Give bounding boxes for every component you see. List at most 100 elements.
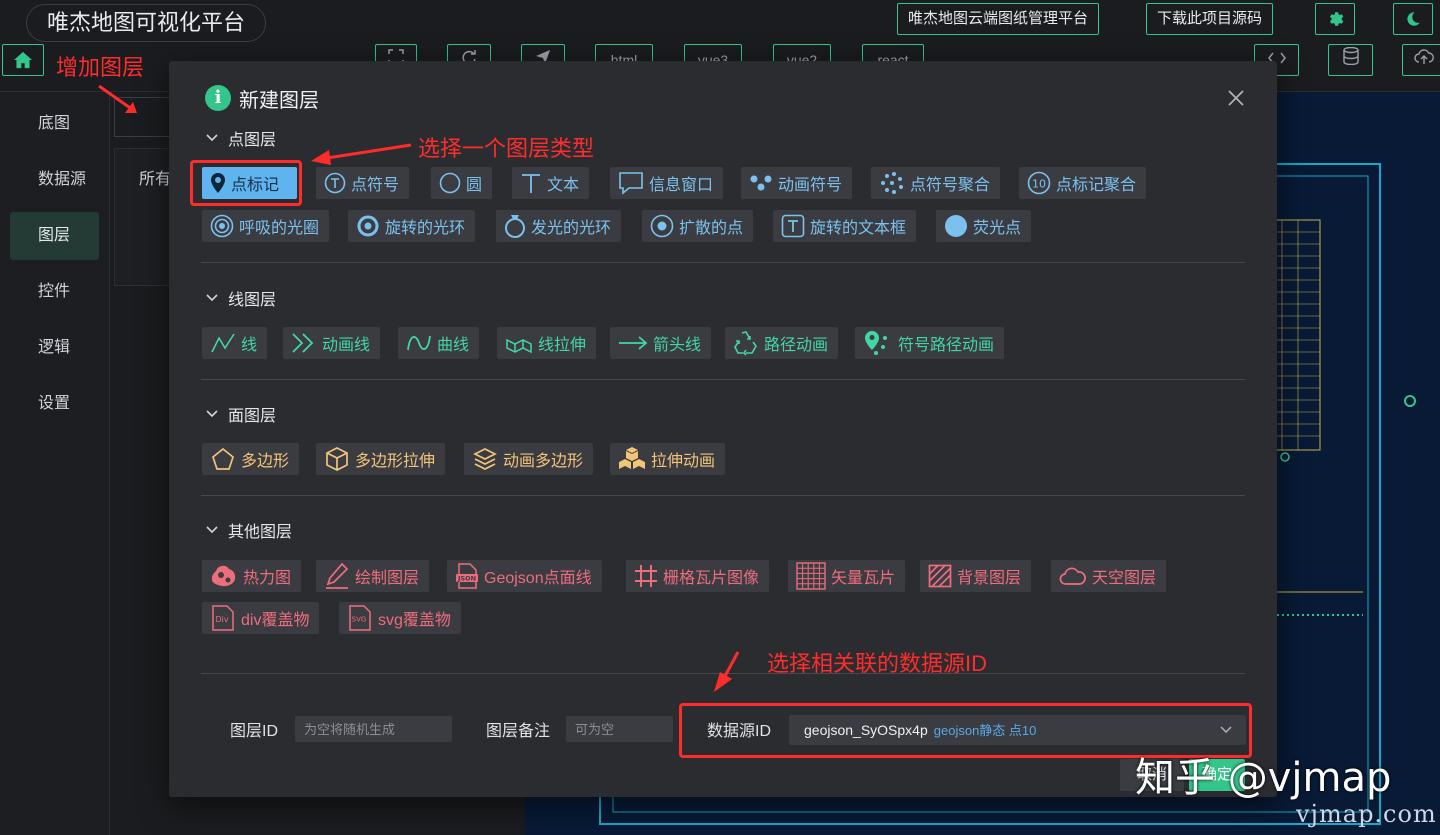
layer-type-glowing-halo[interactable]: 发光的光环	[496, 210, 622, 242]
chip-label: 旋转的文本框	[810, 220, 907, 237]
layer-type-svg-overlay[interactable]: SVG svg覆盖物	[339, 602, 461, 634]
layer-type-line[interactable]: 线	[202, 327, 268, 359]
annotation-choose-source: 选择相关联的数据源ID	[767, 651, 988, 676]
group-other-title: 其他图层	[228, 524, 293, 541]
settings-button[interactable]	[1315, 3, 1355, 35]
chip-label: 旋转的光环	[385, 220, 466, 237]
layer-note-label: 图层备注	[486, 723, 551, 740]
layer-type-animated-symbol[interactable]: 动画符号	[741, 167, 853, 199]
sidebar-item-layers[interactable]: 图层	[10, 212, 99, 260]
layer-type-circle[interactable]: 圆	[431, 167, 493, 199]
cubes-icon	[619, 447, 645, 469]
layer-type-arrow-line[interactable]: 箭头线	[610, 327, 712, 359]
layer-type-geojson[interactable]: JSON Geojson点面线	[447, 560, 602, 592]
chip-label: 动画线	[322, 337, 371, 354]
chip-label: 线	[241, 337, 258, 354]
layer-type-curve[interactable]: 曲线	[398, 327, 480, 359]
symbol-t-circle-icon	[324, 172, 346, 194]
layer-type-fluorescent-point[interactable]: 荧光点	[936, 210, 1032, 242]
theme-toggle-button[interactable]	[1393, 3, 1433, 35]
layer-type-rotating-halo[interactable]: 旋转的光环	[348, 210, 476, 242]
chip-label: 符号路径动画	[898, 337, 995, 354]
layer-type-line-extrude[interactable]: 线拉伸	[497, 327, 597, 359]
watermark-url: vjmap.com	[1296, 800, 1437, 828]
hatched-square-icon	[928, 564, 952, 588]
layer-type-draw[interactable]: 绘制图层	[316, 560, 430, 592]
layer-type-background[interactable]: 背景图层	[920, 560, 1032, 592]
layer-type-polygon-extrude[interactable]: 多边形拉伸	[316, 443, 446, 475]
arrow-right-icon	[619, 336, 648, 350]
layer-id-input[interactable]	[295, 716, 452, 742]
chevron-down-icon	[206, 134, 218, 142]
drawing-mgmt-button[interactable]: 唯杰地图云端图纸管理平台	[897, 3, 1100, 35]
layer-type-spreading-point[interactable]: 扩散的点	[642, 210, 754, 242]
annotation-add-layer: 增加图层	[56, 55, 145, 80]
group-polygon-title: 面图层	[228, 408, 277, 425]
layer-type-marker-cluster[interactable]: 10 点标记聚合	[1019, 167, 1147, 199]
layer-type-symbol-path-animation[interactable]: 符号路径动画	[855, 327, 1005, 359]
filled-dot-icon	[945, 215, 967, 237]
dialog-title: 新建图层	[239, 89, 319, 112]
layer-note-input[interactable]	[566, 716, 673, 742]
chip-label: 点符号	[351, 177, 400, 194]
layer-type-rotating-textbox[interactable]: 旋转的文本框	[773, 210, 917, 242]
layer-type-popup[interactable]: 信息窗口	[610, 167, 724, 199]
chip-label: 扩散的点	[679, 220, 744, 237]
sidebar-item-datasource[interactable]: 数据源	[10, 156, 99, 204]
pencil-icon	[326, 562, 349, 589]
chevron-down-icon	[206, 526, 218, 534]
sidebar-item-settings[interactable]: 设置	[10, 380, 99, 428]
watermark: 知乎 @vjmap	[1135, 755, 1392, 801]
chevron-down-icon	[206, 294, 218, 302]
layer-type-polygon[interactable]: 多边形	[202, 443, 300, 475]
sidebar-item-basemap[interactable]: 底图	[10, 100, 99, 148]
download-source-button[interactable]: 下载此项目源码	[1146, 3, 1274, 35]
chip-label: 路径动画	[764, 337, 829, 354]
target-ring-icon	[210, 214, 234, 238]
svg-text:JSON: JSON	[457, 575, 476, 583]
cloud-upload-icon	[1414, 49, 1434, 64]
chip-label: 点标记聚合	[1056, 177, 1137, 194]
ring-icon	[505, 215, 525, 238]
group-polygon-header[interactable]: 面图层	[205, 402, 276, 426]
layer-type-extrude-animation[interactable]: 拉伸动画	[610, 443, 726, 475]
cloud-upload-button[interactable]	[1402, 44, 1440, 76]
chip-label: 栅格瓦片图像	[663, 570, 760, 587]
chip-label: 动画符号	[778, 177, 843, 194]
layer-type-symbol-cluster[interactable]: 点符号聚合	[871, 167, 1001, 199]
layer-type-breathing-ring[interactable]: 呼吸的光圈	[202, 210, 330, 242]
dialog-header: i 新建图层	[205, 83, 319, 113]
wave-icon	[407, 335, 431, 351]
layer-type-heatmap[interactable]: 热力图	[202, 560, 302, 592]
layer-type-symbol[interactable]: 点符号	[316, 167, 410, 199]
speech-bubble-icon	[619, 172, 643, 195]
layer-type-div-overlay[interactable]: Div div覆盖物	[202, 602, 320, 634]
group-point-header[interactable]: 点图层	[205, 126, 276, 150]
json-file-icon: JSON	[456, 563, 478, 589]
layer-type-vector-tile[interactable]: 矢量瓦片	[788, 560, 906, 592]
svg-text:Div: Div	[215, 615, 228, 624]
database-button[interactable]	[1328, 44, 1373, 76]
layer-type-text[interactable]: 文本	[512, 167, 590, 199]
layer-list-panel: 所有	[114, 148, 174, 286]
annotation-choose-type: 选择一个图层类型	[418, 136, 595, 161]
layer-id-label: 图层ID	[230, 723, 279, 740]
sidebar-item-logic[interactable]: 逻辑	[10, 324, 99, 372]
spread-point-icon	[650, 214, 674, 238]
halo-ring-icon	[357, 215, 379, 237]
chip-label: svg覆盖物	[378, 612, 451, 629]
info-icon: i	[205, 85, 231, 111]
layer-type-path-animation[interactable]: 路径动画	[725, 327, 839, 359]
moon-icon	[1407, 12, 1420, 26]
group-other-header[interactable]: 其他图层	[205, 518, 292, 542]
tab-all[interactable]: 所有	[139, 165, 171, 189]
layer-type-animated-line[interactable]: 动画线	[283, 327, 381, 359]
heatmap-blob-icon	[211, 565, 236, 587]
home-button[interactable]	[2, 44, 44, 76]
close-icon[interactable]	[1225, 87, 1247, 109]
sidebar-item-controls[interactable]: 控件	[10, 268, 99, 316]
layer-type-sky[interactable]: 天空图层	[1051, 560, 1167, 592]
group-line-header[interactable]: 线图层	[205, 286, 276, 310]
layer-type-raster-tile[interactable]: 栅格瓦片图像	[626, 560, 770, 592]
layer-type-animated-polygon[interactable]: 动画多边形	[464, 443, 594, 475]
